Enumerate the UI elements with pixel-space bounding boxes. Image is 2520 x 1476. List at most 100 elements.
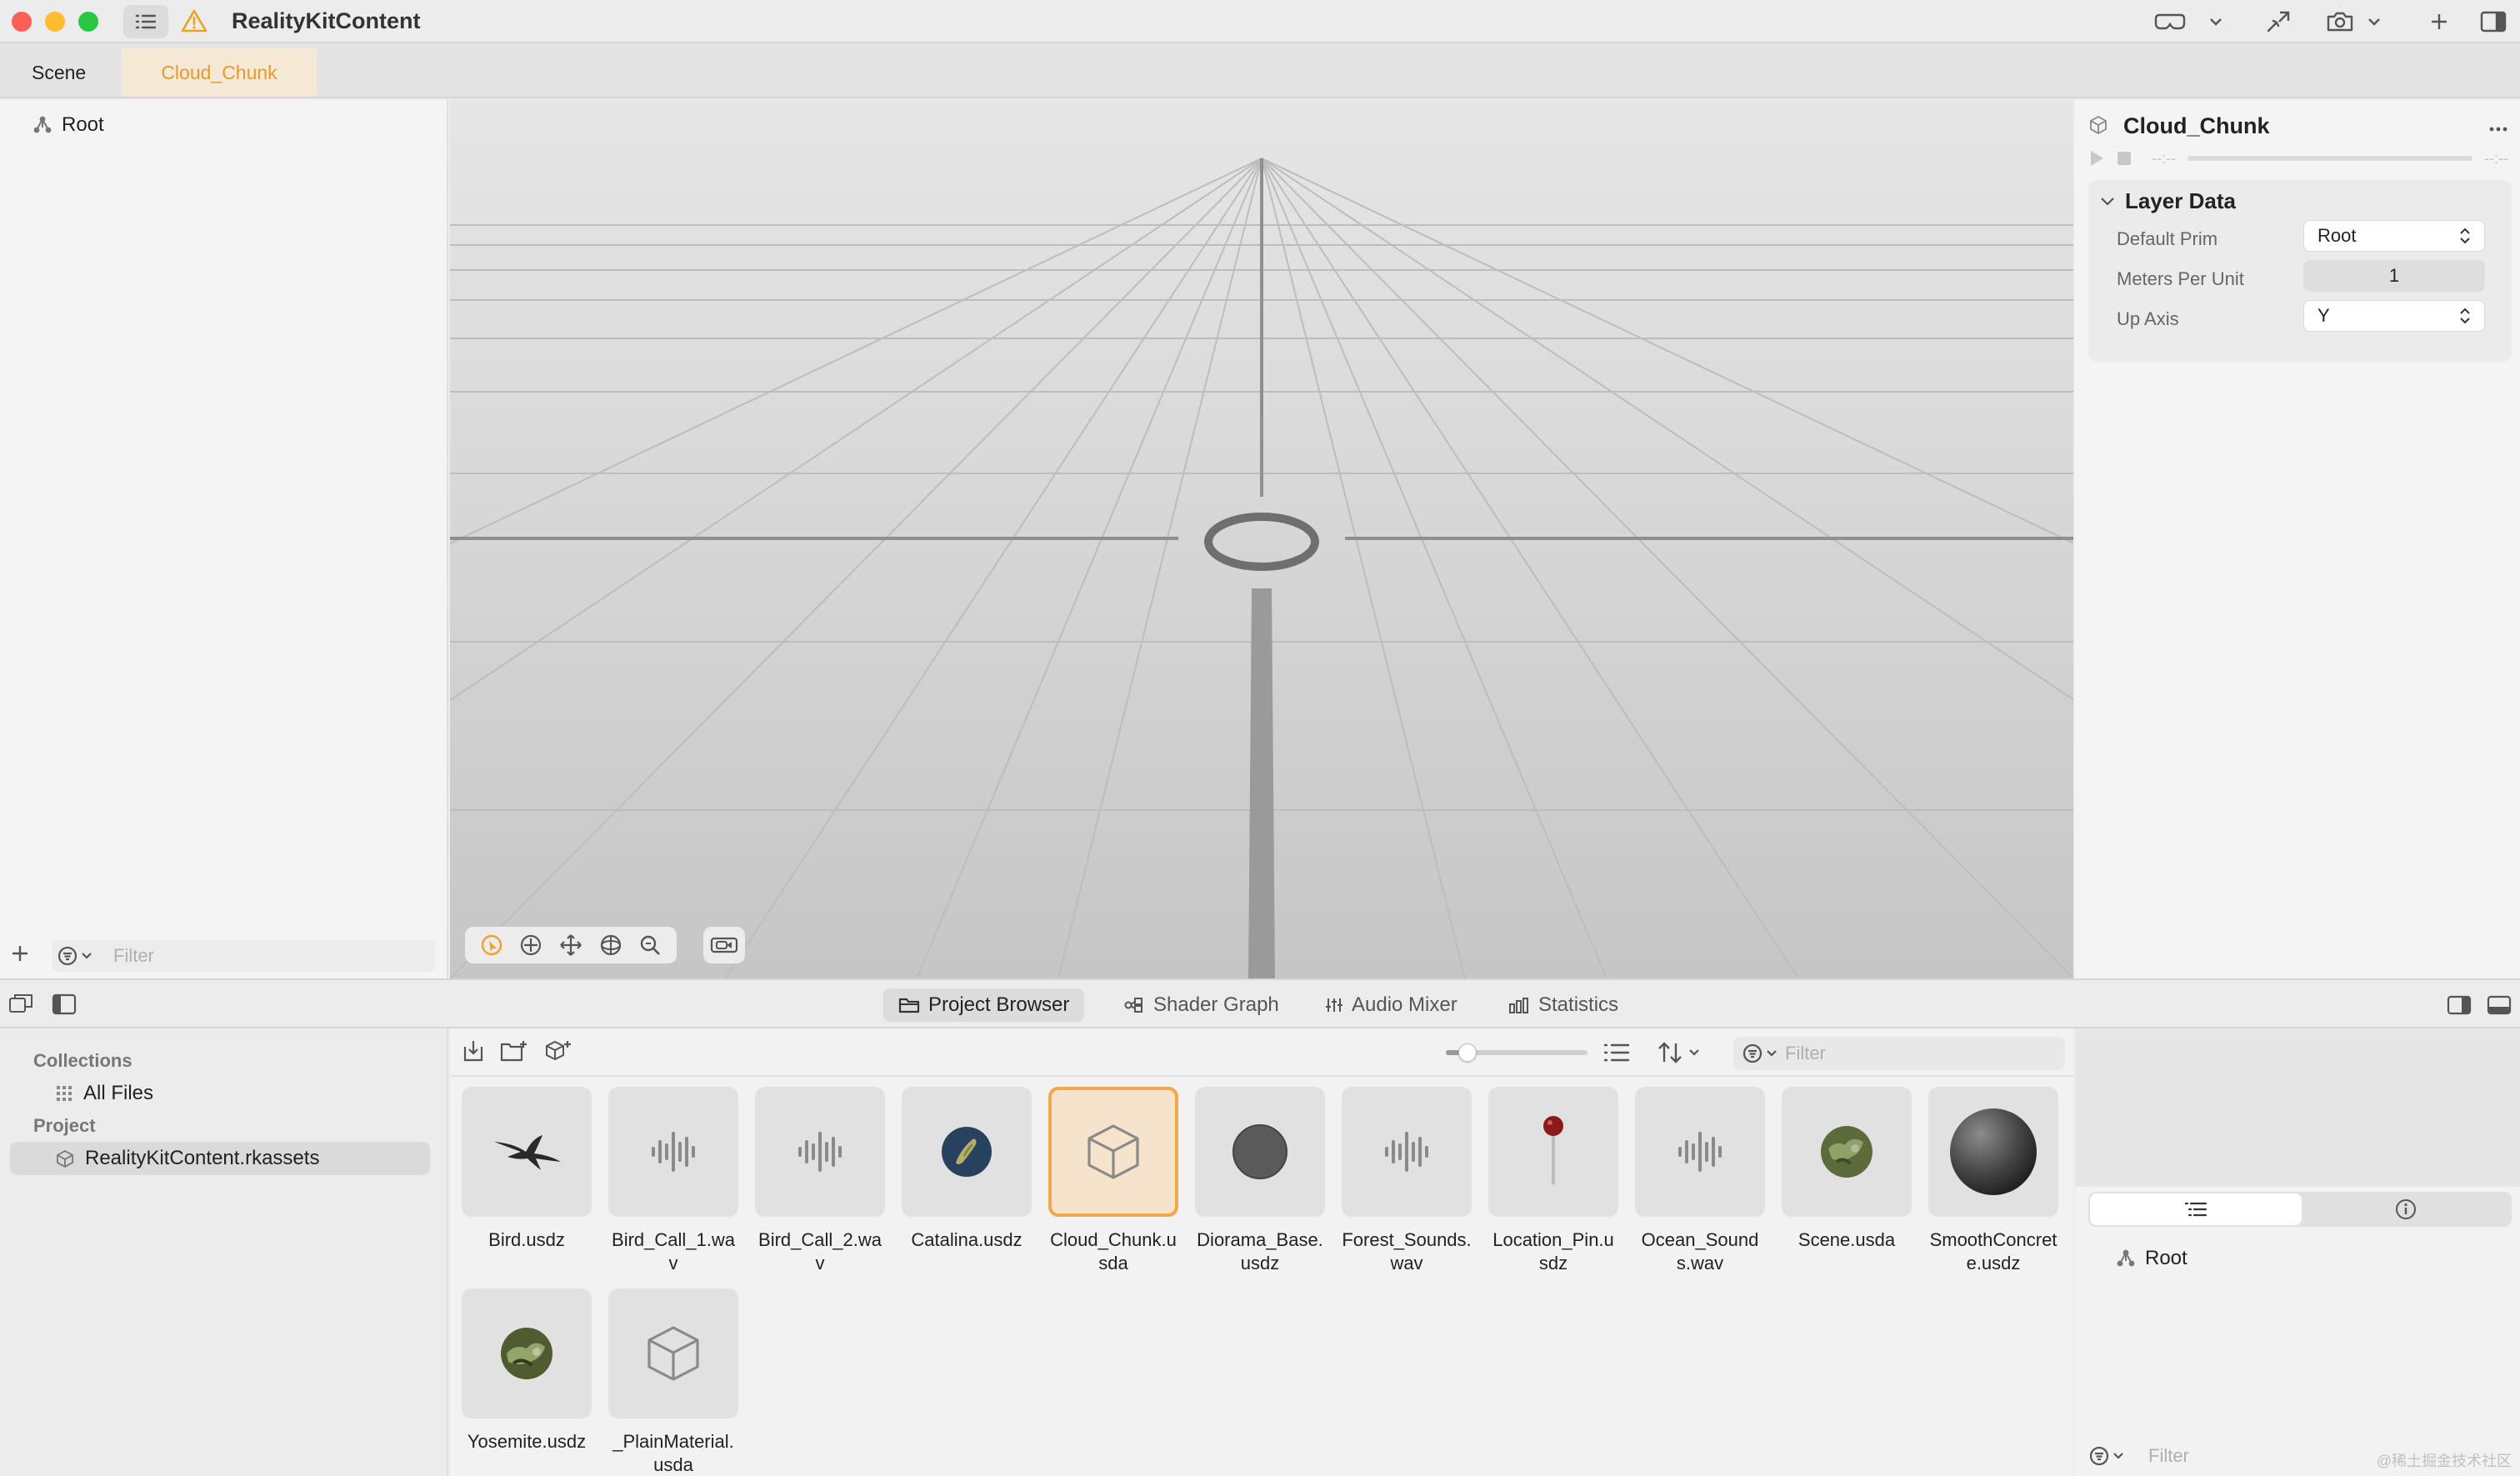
warning-icon[interactable]	[180, 8, 208, 33]
asset-item-plain-material[interactable]: _PlainMaterial.usda	[608, 1288, 738, 1476]
window-layout-icon[interactable]	[8, 993, 33, 1015]
sort-icon[interactable]	[1657, 1040, 1705, 1065]
hierarchy-filter-field[interactable]: Filter	[52, 940, 435, 972]
tab-scene[interactable]: Scene	[0, 48, 118, 97]
default-prim-select[interactable]: Root	[2303, 220, 2485, 252]
sidebar-toggle-button[interactable]	[123, 5, 168, 38]
zoom-tool-icon[interactable]	[638, 933, 662, 958]
asset-thumbnail	[902, 1087, 1032, 1217]
tab-statistics[interactable]: Statistics	[1493, 988, 1633, 1022]
sidebar-item-all-files[interactable]: All Files	[55, 1082, 153, 1105]
asset-thumbnail	[1635, 1087, 1765, 1217]
add-entity-button[interactable]	[10, 938, 30, 971]
snapshot-button[interactable]	[2322, 5, 2358, 38]
snapshot-menu-chevron[interactable]	[2363, 5, 2385, 38]
asset-item-smooth-concrete[interactable]: SmoothConcrete.usdz	[1928, 1087, 2058, 1275]
asset-item-ocean-sounds[interactable]: Ocean_Sounds.wav	[1635, 1087, 1765, 1275]
bar-chart-icon	[1509, 998, 1528, 1013]
preview-menu-chevron[interactable]	[2205, 5, 2227, 38]
thumbnail-size-knob[interactable]	[1458, 1043, 1477, 1062]
asset-item-cloud-chunk[interactable]: Cloud_Chunk.usda	[1048, 1087, 1178, 1275]
tab-project-browser[interactable]: Project Browser	[883, 988, 1085, 1022]
play-icon[interactable]	[2088, 149, 2105, 168]
sidebar-item-all-files-label: All Files	[83, 1082, 154, 1104]
tab-audio-mixer[interactable]: Audio Mixer	[1310, 988, 1472, 1022]
asset-name: Bird.usdz	[488, 1229, 565, 1250]
select-tool-icon[interactable]	[479, 933, 504, 958]
rotate-tool-icon[interactable]	[598, 933, 623, 958]
tab-shader-graph-label: Shader Graph	[1153, 993, 1279, 1016]
up-axis-select[interactable]: Y	[2303, 300, 2485, 332]
project-browser: Filter Bird.usdz Bird_Call_1.wav Bird_Ca…	[450, 1028, 2073, 1476]
tab-cloud-chunk[interactable]: Cloud_Chunk	[122, 48, 317, 97]
audio-waveform-icon	[652, 1132, 695, 1172]
sidebar-item-rkassets[interactable]: RealityKitContent.rkassets	[10, 1142, 430, 1175]
asset-thumbnail	[608, 1288, 738, 1418]
filter-menu-icon[interactable]	[2088, 1445, 2128, 1467]
meters-per-unit-field[interactable]: 1	[2303, 260, 2485, 292]
browser-filter-field[interactable]: Filter	[1733, 1037, 2065, 1070]
translate-arrows-icon[interactable]	[558, 933, 583, 958]
hierarchy-root-item[interactable]: Root	[33, 113, 104, 137]
asset-item-location-pin[interactable]: Location_Pin.usdz	[1488, 1087, 1618, 1275]
plus-icon	[12, 946, 28, 961]
send-to-device-button[interactable]	[2260, 5, 2297, 38]
filter-menu-icon[interactable]	[1742, 1043, 1782, 1064]
asset-item-forest-sounds[interactable]: Forest_Sounds.wav	[1342, 1087, 1472, 1275]
list-view-icon[interactable]	[1603, 1042, 1630, 1063]
3d-viewport[interactable]	[450, 100, 2073, 978]
asset-item-yosemite[interactable]: Yosemite.usdz	[462, 1288, 592, 1453]
folder-icon	[898, 998, 920, 1013]
audio-waveform-icon	[1385, 1132, 1428, 1172]
new-folder-icon[interactable]	[500, 1038, 530, 1063]
asset-item-bird-call-1[interactable]: Bird_Call_1.wav	[608, 1087, 738, 1275]
layer-data-section: Layer Data Default Prim Root Meters Per …	[2088, 180, 2512, 362]
move-tool-icon[interactable]	[518, 933, 543, 958]
asset-item-catalina[interactable]: Catalina.usdz	[902, 1087, 1032, 1252]
pin-thumbnail-icon	[1543, 1116, 1563, 1184]
asset-item-diorama-base[interactable]: Diorama_Base.usdz	[1195, 1087, 1325, 1275]
asset-name: SmoothConcrete.usdz	[1929, 1229, 2058, 1273]
playback-end-time: --:--	[2484, 149, 2508, 167]
vision-pro-preview-button[interactable]	[2150, 5, 2190, 38]
layer-data-header[interactable]: Layer Data	[2100, 188, 2236, 214]
sidebar-left-icon[interactable]	[52, 993, 77, 1015]
sidebar-right-icon[interactable]	[2447, 995, 2472, 1015]
asset-name: Bird_Call_1.wav	[612, 1229, 735, 1273]
add-button[interactable]	[2422, 5, 2457, 38]
detail-filter-placeholder: Filter	[2148, 1445, 2189, 1466]
playback-scrubber[interactable]	[2187, 156, 2473, 161]
asset-preview-area	[2075, 1028, 2520, 1187]
asset-thumbnail	[1928, 1087, 2058, 1217]
asset-name: Location_Pin.usdz	[1492, 1229, 1614, 1273]
more-options-button[interactable]	[2488, 112, 2508, 138]
asset-item-bird[interactable]: Bird.usdz	[462, 1087, 592, 1252]
bottom-panel-icon[interactable]	[2487, 995, 2512, 1015]
inspector-panel: Cloud_Chunk --:-- --:-- Layer Data Defau…	[2075, 100, 2520, 978]
minimize-window-button[interactable]	[45, 12, 65, 32]
tab-shader-graph[interactable]: Shader Graph	[1108, 988, 1294, 1022]
info-segment[interactable]	[2302, 1193, 2510, 1225]
default-prim-label: Default Prim	[2117, 228, 2218, 249]
project-header: Project	[33, 1115, 96, 1136]
new-scene-icon[interactable]	[543, 1038, 573, 1063]
tab-statistics-label: Statistics	[1538, 993, 1619, 1016]
camera-options-button[interactable]	[703, 927, 745, 963]
hierarchy-segment[interactable]	[2090, 1193, 2302, 1225]
zoom-window-button[interactable]	[78, 12, 98, 32]
info-icon	[2396, 1199, 2416, 1219]
inspector-toggle-button[interactable]	[2475, 5, 2512, 38]
asset-item-bird-call-2[interactable]: Bird_Call_2.wav	[755, 1087, 885, 1275]
asset-name: Catalina.usdz	[911, 1229, 1022, 1250]
ellipsis-icon	[2489, 127, 2508, 132]
filter-menu-icon[interactable]	[57, 945, 97, 967]
detail-root-item[interactable]: Root	[2117, 1247, 2188, 1270]
up-axis-value: Y	[2318, 305, 2330, 326]
detail-root-label: Root	[2145, 1247, 2188, 1269]
meters-per-unit-value: 1	[2388, 265, 2400, 286]
stop-icon[interactable]	[2117, 151, 2132, 166]
asset-item-scene[interactable]: Scene.usda	[1782, 1087, 1912, 1252]
sliders-icon	[1326, 998, 1342, 1012]
import-icon[interactable]	[462, 1038, 485, 1063]
close-window-button[interactable]	[12, 12, 32, 32]
